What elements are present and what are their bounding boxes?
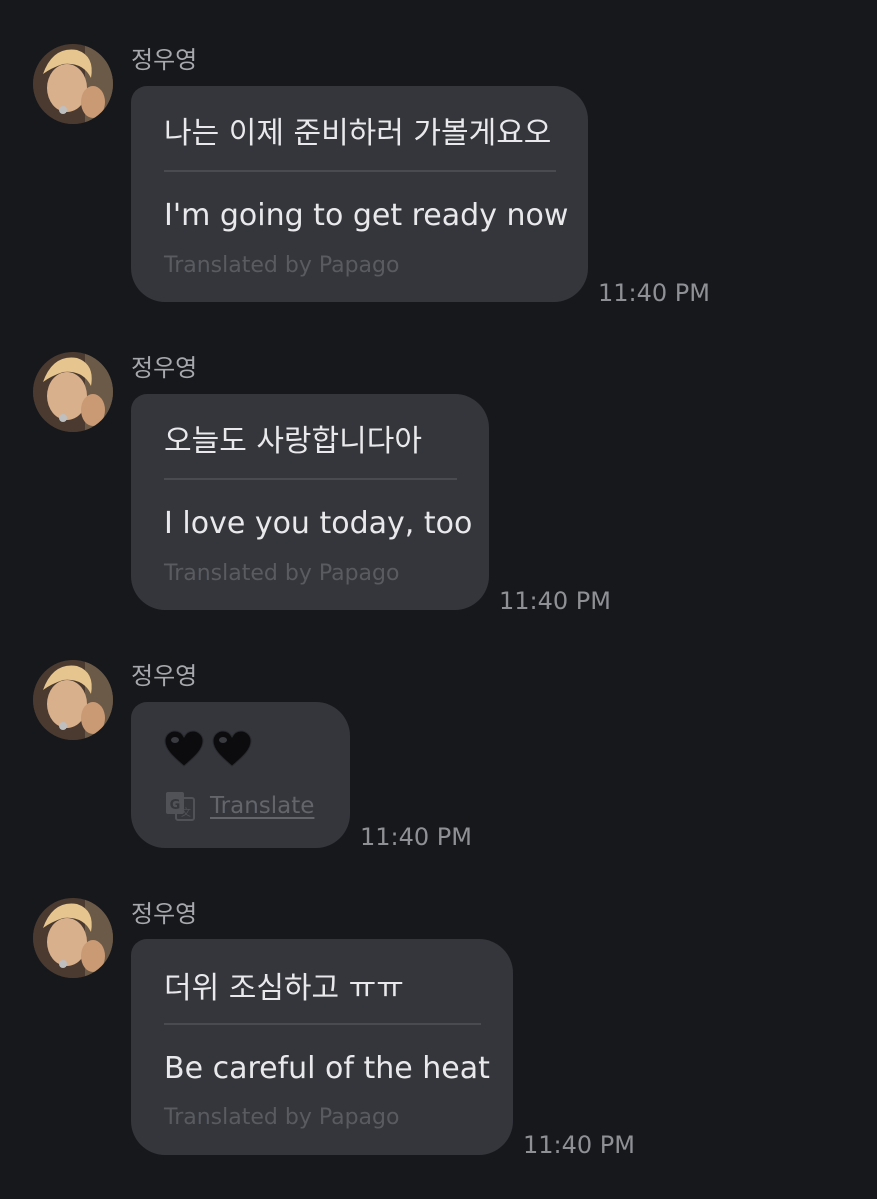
svg-text:文: 文 <box>181 806 191 819</box>
sender-avatar[interactable] <box>33 660 113 740</box>
message-original-text: 더위 조심하고 ㅠㅠ <box>164 971 404 1006</box>
avatar-photo-icon <box>33 660 113 740</box>
translation-credit: Translated by Papago <box>164 1105 400 1130</box>
sender-name: 정우영 <box>131 46 198 74</box>
message-translation-text: I love you today, too <box>164 506 473 541</box>
message-bubble[interactable]: G 文 Translate <box>131 702 350 848</box>
message-original-text: 나는 이제 준비하러 가볼게요오 <box>164 116 552 151</box>
chat-thread: 정우영 나는 이제 준비하러 가볼게요오 I'm going to get re… <box>0 0 877 1199</box>
sender-avatar[interactable] <box>33 898 113 978</box>
sender-name: 정우영 <box>131 662 198 690</box>
svg-text:G: G <box>170 798 181 813</box>
translation-credit: Translated by Papago <box>164 253 400 278</box>
message-timestamp: 11:40 PM <box>360 823 472 851</box>
translate-link[interactable]: Translate <box>210 793 314 819</box>
translation-divider <box>164 478 457 480</box>
message-original-text: 오늘도 사랑합니다아 <box>164 424 422 459</box>
translate-icon: G 文 <box>166 792 195 821</box>
sender-avatar[interactable] <box>33 352 113 432</box>
message-bubble[interactable]: 오늘도 사랑합니다아 I love you today, too Transla… <box>131 394 489 610</box>
message-translation-text: Be careful of the heat <box>164 1051 490 1086</box>
avatar-photo-icon <box>33 352 113 432</box>
emoji-message <box>164 730 252 768</box>
translate-action[interactable]: G 文 Translate <box>164 790 314 822</box>
sender-name: 정우영 <box>131 354 198 382</box>
message-timestamp: 11:40 PM <box>523 1131 635 1159</box>
black-heart-icon <box>164 730 204 767</box>
sender-avatar[interactable] <box>33 44 113 124</box>
message-timestamp: 11:40 PM <box>598 279 710 307</box>
message-bubble[interactable]: 더위 조심하고 ㅠㅠ Be careful of the heat Transl… <box>131 939 513 1155</box>
avatar-photo-icon <box>33 898 113 978</box>
sender-name: 정우영 <box>131 900 198 928</box>
message-translation-text: I'm going to get ready now <box>164 198 569 233</box>
message-timestamp: 11:40 PM <box>499 587 611 615</box>
message-bubble[interactable]: 나는 이제 준비하러 가볼게요오 I'm going to get ready … <box>131 86 588 302</box>
translation-credit: Translated by Papago <box>164 561 400 586</box>
translation-divider <box>164 1023 481 1025</box>
translation-divider <box>164 170 556 172</box>
avatar-photo-icon <box>33 44 113 124</box>
black-heart-icon <box>212 730 252 767</box>
